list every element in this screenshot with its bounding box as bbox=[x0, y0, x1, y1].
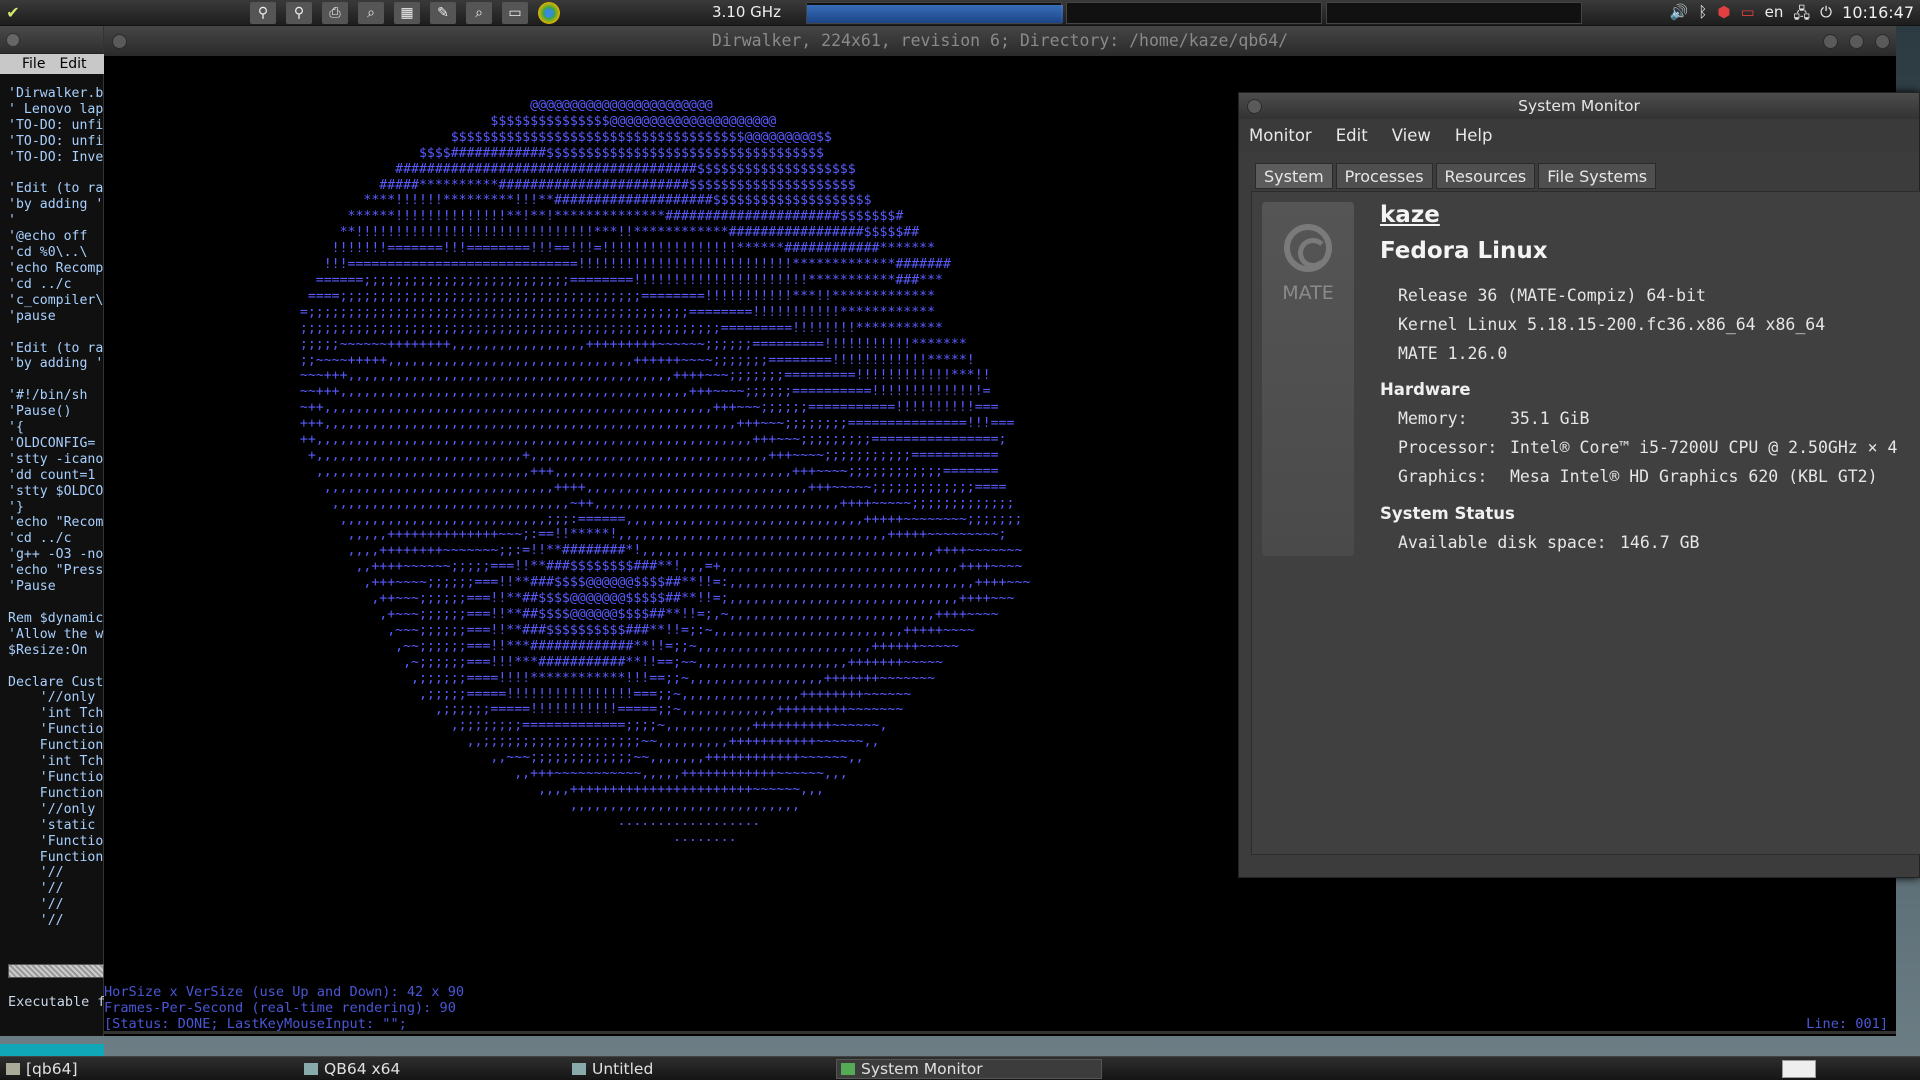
system-tray: 🔊 ᛒ ⬢ ▭ en 🖧 ⏻ bbox=[1670, 3, 1832, 28]
memory-graph[interactable] bbox=[1066, 2, 1322, 24]
sysmon-title: System Monitor bbox=[1518, 97, 1640, 115]
power-icon[interactable]: ⏻ bbox=[1820, 3, 1832, 28]
disk-space-value: 146.7 GB bbox=[1620, 533, 1700, 552]
editor-window[interactable]: File Edit 'Dirwalker.b ' Lenovo lap 'TO-… bbox=[0, 26, 104, 1060]
tab-resources[interactable]: Resources bbox=[1435, 163, 1536, 189]
cpu-graph[interactable] bbox=[806, 2, 1063, 24]
hardware-heading: Hardware bbox=[1380, 380, 1471, 399]
top-panel: ✔ ⚲ ⚲ ⎙ ⌕ ▦ ✎ ⌕ ▭ 3.10 GHz 🔊 ᛒ ⬢ ▭ en 🖧 … bbox=[0, 0, 1920, 26]
memory-label: Memory: bbox=[1398, 409, 1468, 428]
window-menu-button[interactable] bbox=[112, 34, 127, 49]
editor-status: Executable f bbox=[8, 994, 104, 1010]
main-menu-icon[interactable]: ✔ bbox=[0, 0, 26, 26]
line-indicator: Line: 001] bbox=[1806, 1016, 1888, 1032]
os-release: Release 36 (MATE-Compiz) 64-bit bbox=[1398, 286, 1706, 305]
window-icon bbox=[572, 1063, 586, 1075]
menu-file[interactable]: File bbox=[22, 56, 45, 72]
cpu-frequency[interactable]: 3.10 GHz bbox=[712, 3, 781, 21]
taskbar-item-untitled[interactable]: Untitled bbox=[568, 1059, 653, 1079]
taskbar-item-qb64-folder[interactable]: [qb64] bbox=[2, 1059, 78, 1079]
tab-processes[interactable]: Processes bbox=[1335, 163, 1433, 189]
clock[interactable]: 10:16:47 bbox=[1842, 3, 1914, 22]
search-icon[interactable]: ⌕ bbox=[466, 2, 492, 24]
network-icon[interactable]: ⚲ bbox=[250, 2, 276, 24]
window-border bbox=[104, 1031, 1896, 1034]
ascii-render: @@@@@@@@@@@@@@@@@@@@@@@ $$$$$$$$$$$$$$$@… bbox=[299, 98, 1031, 845]
calculator-icon[interactable]: ▦ bbox=[394, 2, 420, 24]
taskbar-label: QB64 x64 bbox=[324, 1060, 401, 1078]
sysmon-tabs: System Processes Resources File Systems bbox=[1255, 163, 1659, 189]
package-icon[interactable]: ⬢ bbox=[1717, 3, 1730, 28]
menu-view[interactable]: View bbox=[1392, 126, 1431, 145]
graphics-label: Graphics: bbox=[1398, 467, 1488, 486]
bluetooth-icon[interactable]: ᛒ bbox=[1698, 3, 1707, 28]
show-desktop-button[interactable] bbox=[1782, 1060, 1816, 1078]
taskbar-label: [qb64] bbox=[26, 1060, 78, 1078]
close-button[interactable] bbox=[1875, 34, 1890, 49]
volume-icon[interactable]: 🔊 bbox=[1670, 3, 1689, 28]
window-menu-button[interactable] bbox=[6, 33, 20, 47]
bottom-taskbar: [qb64] QB64 x64 Untitled System Monitor bbox=[0, 1056, 1920, 1080]
printer-icon[interactable]: ⎙ bbox=[322, 2, 348, 24]
taskbar-label: Untitled bbox=[592, 1060, 654, 1078]
tab-system[interactable]: System bbox=[1255, 163, 1333, 189]
text-editor-icon[interactable]: ✎ bbox=[430, 2, 456, 24]
horizontal-scrollbar[interactable] bbox=[8, 964, 104, 978]
system-tab-content: MATE kaze Fedora Linux Release 36 (MATE-… bbox=[1251, 191, 1920, 855]
minimize-button[interactable] bbox=[1823, 34, 1838, 49]
os-name: Fedora Linux bbox=[1380, 238, 1548, 264]
sysmon-titlebar[interactable]: System Monitor bbox=[1239, 93, 1919, 119]
code-editor[interactable]: 'Dirwalker.b ' Lenovo lap 'TO-DO: unfi '… bbox=[8, 86, 104, 966]
taskbar-item-qb64[interactable]: QB64 x64 bbox=[300, 1059, 400, 1079]
monitor-icon bbox=[841, 1063, 855, 1075]
mate-logo: MATE bbox=[1262, 202, 1354, 556]
kernel-version: Kernel Linux 5.18.15-200.fc36.x86_64 x86… bbox=[1398, 315, 1826, 334]
folder-icon bbox=[6, 1063, 20, 1075]
menu-edit[interactable]: Edit bbox=[59, 56, 86, 72]
tab-file-systems[interactable]: File Systems bbox=[1538, 163, 1657, 189]
hostname[interactable]: kaze bbox=[1380, 202, 1440, 228]
disk-space-label: Available disk space: bbox=[1398, 533, 1607, 552]
menu-edit[interactable]: Edit bbox=[1336, 126, 1368, 145]
system-status-heading: System Status bbox=[1380, 504, 1515, 523]
status-info: [Status: DONE; LastKeyMouseInput: ""; bbox=[104, 1016, 407, 1032]
window-icon bbox=[304, 1063, 318, 1075]
fps-info: Frames-Per-Second (real-time rendering):… bbox=[104, 1000, 456, 1016]
processor-label: Processor: bbox=[1398, 438, 1498, 457]
mate-logo-icon bbox=[1284, 224, 1332, 272]
editor-menubar: File Edit bbox=[0, 54, 104, 74]
mate-logo-text: MATE bbox=[1282, 282, 1334, 304]
network-icon[interactable]: 🖧 bbox=[1793, 3, 1810, 28]
taskbar-item-system-monitor[interactable]: System Monitor bbox=[836, 1059, 1102, 1079]
network-graph[interactable] bbox=[1326, 2, 1582, 24]
menu-help[interactable]: Help bbox=[1455, 126, 1493, 145]
language-indicator[interactable]: en bbox=[1765, 3, 1784, 28]
chrome-icon[interactable] bbox=[538, 2, 560, 24]
system-monitor-window[interactable]: System Monitor Monitor Edit View Help Sy… bbox=[1238, 92, 1920, 878]
maximize-button[interactable] bbox=[1849, 34, 1864, 49]
battery-icon[interactable]: ▭ bbox=[1740, 3, 1754, 28]
dirwalker-titlebar[interactable]: Dirwalker, 224x61, revision 6; Directory… bbox=[104, 26, 1896, 56]
size-info: HorSize x VerSize (use Up and Down): 42 … bbox=[104, 984, 465, 1000]
window-title: Dirwalker, 224x61, revision 6; Directory… bbox=[711, 31, 1289, 50]
menu-monitor[interactable]: Monitor bbox=[1249, 126, 1312, 145]
launcher-bar: ⚲ ⚲ ⎙ ⌕ ▦ ✎ ⌕ ▭ bbox=[250, 2, 560, 24]
mate-version: MATE 1.26.0 bbox=[1398, 344, 1508, 363]
taskbar-label: System Monitor bbox=[861, 1060, 983, 1078]
terminal-icon[interactable]: ▭ bbox=[502, 2, 528, 24]
search-icon[interactable]: ⌕ bbox=[358, 2, 384, 24]
sysmon-menubar: Monitor Edit View Help bbox=[1239, 119, 1919, 151]
network-icon[interactable]: ⚲ bbox=[286, 2, 312, 24]
graphics-value: Mesa Intel® HD Graphics 620 (KBL GT2) bbox=[1510, 467, 1878, 486]
window-menu-button[interactable] bbox=[1247, 99, 1262, 114]
processor-value: Intel® Core™ i5-7200U CPU @ 2.50GHz × 4 bbox=[1510, 438, 1898, 457]
memory-value: 35.1 GiB bbox=[1510, 409, 1590, 428]
